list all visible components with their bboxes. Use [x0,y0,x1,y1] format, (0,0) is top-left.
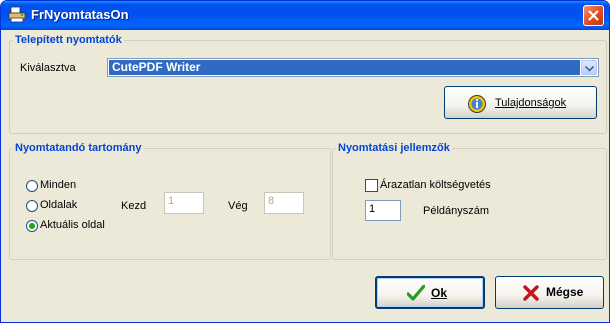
ok-button[interactable]: Ok [375,276,485,309]
selected-printer-label: Kiválasztva [20,62,76,74]
radio-pages[interactable] [26,200,38,212]
radio-current-page-label[interactable]: Aktuális oldal [40,219,105,231]
radio-selected-dot [29,223,35,229]
printers-legend: Telepített nyomtatók [15,34,122,46]
print-range-legend: Nyomtatandó tartomány [15,142,142,154]
cancel-button-label: Mégse [546,285,584,299]
window-title: FrNyomtatasOn [31,7,129,22]
radio-pages-label[interactable]: Oldalak [40,199,77,211]
printer-app-icon [8,6,26,23]
print-properties-legend: Nyomtatási jellemzők [338,142,450,154]
end-page-input[interactable]: 8 [264,192,304,214]
checkmark-icon [407,285,425,301]
printers-group: Telepített nyomtatók [9,34,607,134]
dialog-content: Telepített nyomtatók Kiválasztva CutePDF… [4,30,607,319]
radio-all[interactable] [26,180,38,192]
print-dialog-window: FrNyomtatasOn Telepített nyomtatók Kivál… [0,0,610,323]
close-icon [588,10,599,21]
dropdown-arrow-button[interactable] [581,60,597,75]
copies-label: Példányszám [423,205,490,217]
title-bar[interactable]: FrNyomtatasOn [1,1,609,30]
unpriced-budget-label[interactable]: Árazatlan költségvetés [380,179,491,191]
radio-current-page[interactable] [26,220,38,232]
copies-input[interactable]: 1 [365,200,401,221]
cancel-button[interactable]: Mégse [495,276,604,309]
chevron-down-icon [585,66,594,72]
info-icon [468,95,486,113]
printer-select-value: CutePDF Writer [109,60,580,75]
cancel-x-icon [523,285,539,301]
start-page-label: Kezd [121,200,147,212]
properties-button[interactable]: Tulajdonságok [444,86,597,119]
close-button[interactable] [583,5,604,26]
ok-button-label: Ok [431,286,448,300]
end-page-label: Vég [228,200,248,212]
unpriced-budget-checkbox[interactable] [365,179,378,192]
start-page-input[interactable]: 1 [164,192,204,214]
properties-button-label: Tulajdonságok [495,97,567,109]
printer-select[interactable]: CutePDF Writer [107,58,599,77]
radio-all-label[interactable]: Minden [40,179,76,191]
